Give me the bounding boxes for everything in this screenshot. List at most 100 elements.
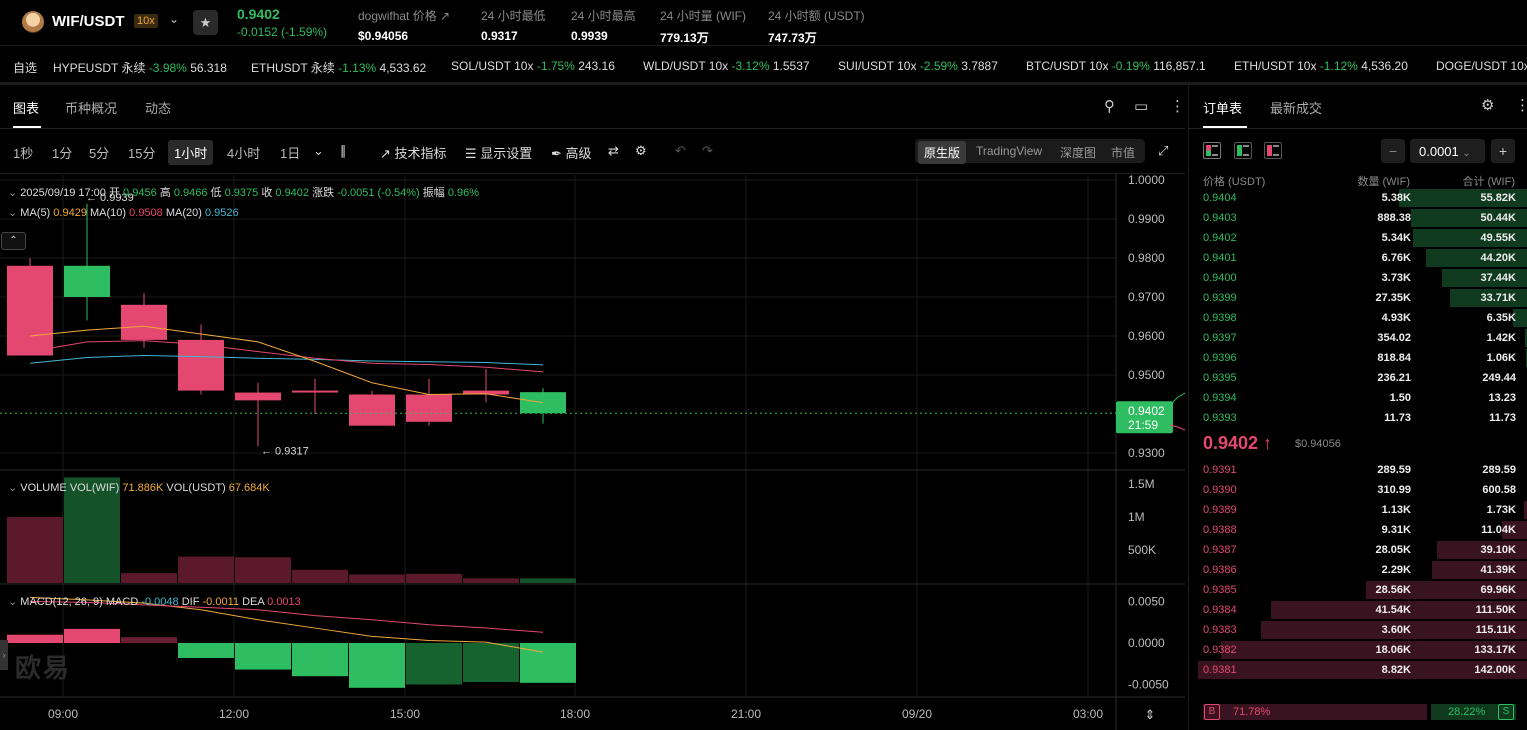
ticker-name: ETH/USDT 10x <box>1234 59 1317 73</box>
watchlist-label[interactable]: 自选 <box>13 59 37 76</box>
ticker-item[interactable]: SUI/USDT 10x -2.59% 3.7887 <box>838 59 998 73</box>
collapse-chevron-icon[interactable]: ⌄ <box>8 207 17 219</box>
row-amount: 4.93K <box>1381 312 1411 324</box>
bid-row[interactable]: 0.9403 888.38 50.44K <box>1189 208 1527 228</box>
ticker-item[interactable]: WLD/USDT 10x -3.12% 1.5537 <box>643 59 810 73</box>
ma10-label: MA(10) <box>90 207 127 219</box>
volume-bar <box>349 574 405 583</box>
book-mode-both-icon[interactable] <box>1203 142 1221 159</box>
bid-row[interactable]: 0.9396 818.84 1.06K <box>1189 348 1527 368</box>
countdown-label: 21:59 <box>1128 418 1158 432</box>
row-amount: 11.73 <box>1384 412 1411 424</box>
pair-name[interactable]: WIF/USDT <box>52 13 125 30</box>
macd-bar <box>406 643 462 685</box>
tab-order-book[interactable]: 订单表 <box>1203 98 1242 117</box>
ticker-item[interactable]: ETH/USDT 10x -1.12% 4,536.20 <box>1234 59 1408 73</box>
stat-index-price[interactable]: dogwifhat 价格 ↗ $0.94056 <box>358 7 450 43</box>
collapse-chevron-icon[interactable]: ⌄ <box>8 187 17 199</box>
bid-row[interactable]: 0.9394 1.50 13.23 <box>1189 388 1527 408</box>
bid-row[interactable]: 0.9400 3.73K 37.44K <box>1189 268 1527 288</box>
precision-decrease-button[interactable]: − <box>1381 139 1405 163</box>
header-price: 价格 (USDT) <box>1203 176 1266 188</box>
favorite-star-button[interactable]: ★ <box>193 10 218 35</box>
ask-row[interactable]: 0.9386 2.29K 41.39K <box>1189 560 1527 580</box>
candle-body <box>178 339 224 391</box>
book-mode-bids-icon[interactable] <box>1234 142 1252 159</box>
candle-body <box>406 394 452 422</box>
stat-value: $0.94056 <box>358 29 409 43</box>
bid-row[interactable]: 0.9404 5.38K 55.82K <box>1189 188 1527 208</box>
ask-row[interactable]: 0.9383 3.60K 115.11K <box>1189 620 1527 640</box>
ask-row[interactable]: 0.9382 18.06K 133.17K <box>1189 640 1527 660</box>
ticker-change: -3.12% <box>731 59 770 73</box>
ask-row[interactable]: 0.9389 1.13K 1.73K <box>1189 500 1527 520</box>
ticker-item[interactable]: SOL/USDT 10x -1.75% 243.16 <box>451 59 615 73</box>
ticker-change: -0.19% <box>1111 59 1150 73</box>
row-price: 0.9386 <box>1203 564 1237 576</box>
bid-row[interactable]: 0.9393 11.73 11.73 <box>1189 408 1527 428</box>
precision-select[interactable]: 0.0001 ⌄ <box>1410 139 1485 163</box>
ask-row[interactable]: 0.9388 9.31K 11.04K <box>1189 520 1527 540</box>
ask-row[interactable]: 0.9385 28.56K 69.96K <box>1189 580 1527 600</box>
stat-label: dogwifhat 价格 ↗ <box>358 9 451 23</box>
ask-row[interactable]: 0.9390 310.99 600.58 <box>1189 480 1527 500</box>
volume-tick-label: 500K <box>1128 543 1156 557</box>
chevron-down-icon[interactable]: ⌄ <box>169 12 179 26</box>
row-total: 11.04K <box>1481 524 1516 536</box>
row-total: 1.06K <box>1486 352 1516 364</box>
stat-24h-volume: 24 小时量 (WIF) 779.13万 <box>660 7 746 46</box>
ma20-line <box>29 354 544 366</box>
legend-date: 2025/09/19 17:00 <box>20 187 106 199</box>
precision-increase-button[interactable]: + <box>1491 139 1515 163</box>
row-amount: 28.05K <box>1375 544 1411 556</box>
stat-value: 747.73万 <box>768 31 817 45</box>
row-amount: 8.82K <box>1381 664 1411 676</box>
ask-row[interactable]: 0.9387 28.05K 39.10K <box>1189 540 1527 560</box>
vol-usdt: 67.684K <box>228 482 270 494</box>
collapse-chevron-icon[interactable]: ⌄ <box>8 596 17 608</box>
ticker-item[interactable]: HYPEUSDT 永续 -3.98% 56.318 <box>53 59 227 76</box>
volume-bar <box>7 517 63 583</box>
bid-row[interactable]: 0.9395 236.21 249.44 <box>1189 368 1527 388</box>
bid-row[interactable]: 0.9402 5.34K 49.55K <box>1189 228 1527 248</box>
row-total: 289.59 <box>1482 464 1516 476</box>
book-mode-asks-icon[interactable] <box>1264 142 1282 159</box>
collapse-legend-button[interactable]: ⌃ <box>1 232 26 250</box>
stat-label: 24 小时最低 <box>481 9 546 23</box>
tab-recent-trades[interactable]: 最新成交 <box>1270 98 1322 117</box>
reset-scale-icon: ⇕ <box>1145 707 1156 722</box>
row-total: 69.96K <box>1480 584 1516 596</box>
collapse-chevron-icon[interactable]: ⌄ <box>8 482 17 494</box>
bid-row[interactable]: 0.9397 354.02 1.42K <box>1189 328 1527 348</box>
candlestick-chart[interactable]: 1.0000 0.9900 0.9800 0.9700 0.9600 0.9500 0.93… <box>0 85 1185 730</box>
row-amount: 27.35K <box>1375 292 1411 304</box>
order-book-panel: 订单表 最新成交 ⚙ ⋮ − 0.0001 ⌄ + 价格 (USDT) 数量 (… <box>1188 85 1527 730</box>
row-amount: 818.84 <box>1377 352 1411 364</box>
price-tick-label: 0.9500 <box>1128 368 1165 382</box>
ask-row[interactable]: 0.9391 289.59 289.59 <box>1189 460 1527 480</box>
ask-row[interactable]: 0.9384 41.54K 111.50K <box>1189 600 1527 620</box>
row-total: 6.35K <box>1486 312 1516 324</box>
row-price: 0.9401 <box>1203 252 1237 264</box>
ticker-item[interactable]: BTC/USDT 10x -0.19% 116,857.1 <box>1026 59 1206 73</box>
price-tick-label: 0.9900 <box>1128 212 1165 226</box>
candle-body <box>7 265 53 356</box>
ask-row[interactable]: 0.9381 8.82K 142.00K <box>1189 660 1527 680</box>
ticker-item[interactable]: DOGE/USDT 10x <box>1436 59 1527 73</box>
divider <box>1189 128 1527 129</box>
volume-title: VOLUME <box>20 482 67 494</box>
stat-24h-high: 24 小时最高 0.9939 <box>571 7 636 43</box>
legend-low: 0.9375 <box>224 187 259 199</box>
stat-value: 779.13万 <box>660 31 709 45</box>
volume-bar <box>292 569 348 583</box>
bid-row[interactable]: 0.9401 6.76K 44.20K <box>1189 248 1527 268</box>
bid-row[interactable]: 0.9398 4.93K 6.35K <box>1189 308 1527 328</box>
ticker-item[interactable]: ETHUSDT 永续 -1.13% 4,533.62 <box>251 59 426 76</box>
macd-bar <box>178 643 234 658</box>
expand-left-icon[interactable]: › <box>0 640 8 670</box>
sell-ratio: 28.22% <box>1448 706 1486 718</box>
more-icon[interactable]: ⋮ <box>1515 96 1527 114</box>
settings-sliders-icon[interactable]: ⚙ <box>1481 96 1494 114</box>
legend-low-label: 低 <box>210 187 222 199</box>
bid-row[interactable]: 0.9399 27.35K 33.71K <box>1189 288 1527 308</box>
